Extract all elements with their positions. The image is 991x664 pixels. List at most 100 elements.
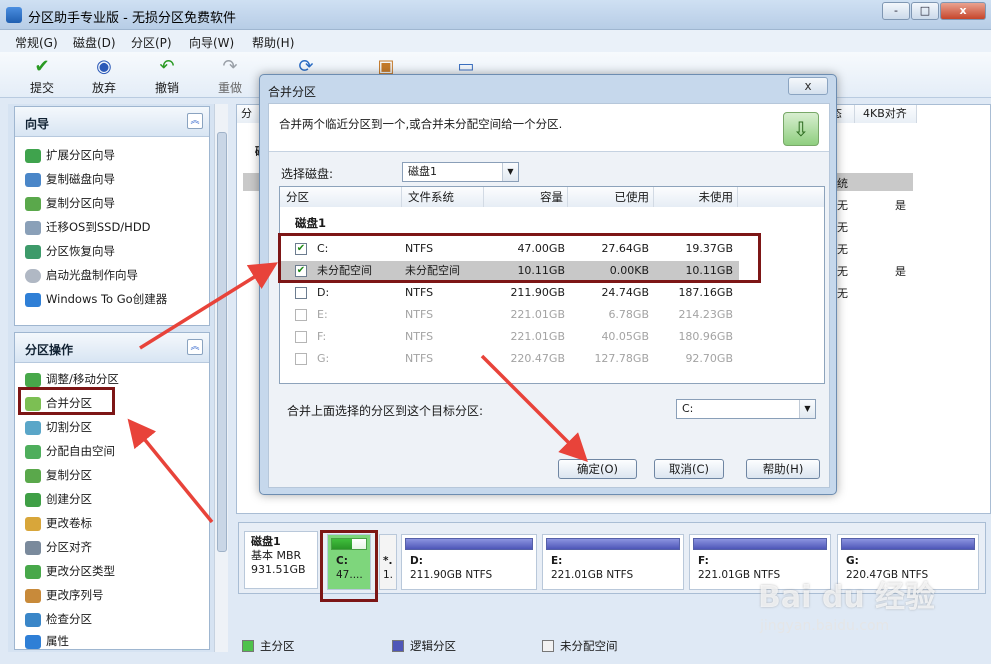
row-free: 187.16GB <box>678 286 733 299</box>
disk-size: 931.51GB <box>251 563 306 576</box>
partition-block-unallocated[interactable]: *. 1. <box>379 534 397 590</box>
nav-windows-to-go[interactable]: Windows To Go创建器 <box>25 289 205 309</box>
status-cell: 无 <box>837 199 848 212</box>
col-4k-header[interactable]: 4KB对齐 <box>855 105 917 123</box>
nav-partition-recovery[interactable]: 分区恢复向导 <box>25 241 205 261</box>
row-fs: NTFS <box>405 352 434 365</box>
menu-help[interactable]: 帮助(H) <box>252 34 294 51</box>
status-cell: 无 <box>837 287 848 300</box>
op-allocate-free-space[interactable]: 分配自由空间 <box>25 441 205 461</box>
op-create-partition[interactable]: 创建分区 <box>25 489 205 509</box>
row-used: 127.78GB <box>594 352 649 365</box>
merge-partition-dialog: 合并分区 x 合并两个临近分区到一个,或合并未分配空间给一个分区. ⇩ 选择磁盘… <box>259 74 837 495</box>
nav-bootable-media[interactable]: 启动光盘制作向导 <box>25 265 205 285</box>
checkbox-e <box>295 309 307 321</box>
scrollbar-thumb[interactable] <box>217 132 227 552</box>
left-scrollbar[interactable] <box>214 104 228 652</box>
col-partition[interactable]: 分区 <box>280 187 402 207</box>
usage-bar <box>693 538 827 550</box>
checkbox-d[interactable] <box>295 287 307 299</box>
op-change-serial[interactable]: 更改序列号 <box>25 585 205 605</box>
op-check-partition[interactable]: 检查分区 <box>25 609 205 629</box>
usage-bar <box>405 538 533 550</box>
dialog-close-button[interactable]: x <box>788 77 828 95</box>
op-copy-partition[interactable]: 复制分区 <box>25 465 205 485</box>
left-panel: 向导 ︽ 扩展分区向导 复制磁盘向导 复制分区向导 迁移OS到SSD/HDD 分… <box>8 104 228 652</box>
cd-icon <box>25 268 41 283</box>
partition-block-e[interactable]: E: 221.01GB NTFS <box>542 534 684 590</box>
resize-icon <box>25 372 41 387</box>
op-change-label[interactable]: 更改卷标 <box>25 513 205 533</box>
dialog-banner: 合并两个临近分区到一个,或合并未分配空间给一个分区. ⇩ <box>269 104 829 152</box>
properties-icon <box>25 634 41 649</box>
redo-button[interactable]: ↷ 重做 <box>204 54 256 96</box>
menu-general[interactable]: 常规(G) <box>15 34 58 51</box>
undo-button[interactable]: ↶ 撤销 <box>141 54 193 96</box>
menu-wizard[interactable]: 向导(W) <box>189 34 234 51</box>
col-filesystem[interactable]: 文件系统 <box>402 187 484 207</box>
row-fs: NTFS <box>405 286 434 299</box>
disk-group-header: 磁盘1 <box>281 213 823 233</box>
annotation-box-selected-rows <box>278 233 761 283</box>
nav-migrate-os[interactable]: 迁移OS到SSD/HDD <box>25 217 205 237</box>
maximize-button[interactable]: □ <box>911 2 939 20</box>
partition-ops-section: 分区操作 ︽ 调整/移动分区 合并分区 切割分区 分配自由空间 复制分区 创建分… <box>14 332 210 650</box>
row-name: G: <box>317 352 330 365</box>
disk-group-label: 磁盘1 <box>295 216 327 230</box>
partition-row-d[interactable]: D: NTFS 211.90GB 24.74GB 187.16GB <box>281 283 823 303</box>
op-split-partition[interactable]: 切割分区 <box>25 417 205 437</box>
nav-copy-disk-wizard[interactable]: 复制磁盘向导 <box>25 169 205 189</box>
windows-icon <box>25 292 41 307</box>
op-change-partition-type[interactable]: 更改分区类型 <box>25 561 205 581</box>
discard-button[interactable]: ◉ 放弃 <box>78 54 130 96</box>
target-partition-select[interactable]: C: ▼ <box>676 399 816 419</box>
disk-name: 磁盘1 <box>251 535 281 548</box>
logical-swatch <box>392 640 404 652</box>
partition-list: 分区 文件系统 容量 已使用 未使用 磁盘1 ✔ C: NTFS 47.00GB… <box>279 186 825 384</box>
undo-icon: ↶ <box>159 56 175 77</box>
wizard-section-title: 向导 <box>25 117 50 131</box>
collapse-icon[interactable]: ︽ <box>187 113 203 129</box>
menu-partition[interactable]: 分区(P) <box>131 34 172 51</box>
row-free: 214.23GB <box>678 308 733 321</box>
split-icon <box>25 420 41 435</box>
partition-name: G: <box>846 555 859 567</box>
op-partition-alignment[interactable]: 分区对齐 <box>25 537 205 557</box>
type-icon <box>25 564 41 579</box>
col-capacity[interactable]: 容量 <box>484 187 568 207</box>
help-button[interactable]: 帮助(H) <box>746 459 820 479</box>
disk-row-suffix: 统 <box>837 177 848 190</box>
status-cell: 无 <box>837 243 848 256</box>
op-properties[interactable]: 属性 <box>25 631 205 651</box>
disk-select[interactable]: 磁盘1 ▼ <box>402 162 519 182</box>
allocate-icon <box>25 444 41 459</box>
close-button[interactable]: x <box>940 2 986 20</box>
op-resize-move[interactable]: 调整/移动分区 <box>25 369 205 389</box>
minimize-button[interactable]: - <box>882 2 910 20</box>
cancel-button[interactable]: 取消(C) <box>654 459 724 479</box>
nav-extend-partition-wizard[interactable]: 扩展分区向导 <box>25 145 205 165</box>
col-used[interactable]: 已使用 <box>568 187 654 207</box>
submit-button[interactable]: ✔ 提交 <box>16 54 68 96</box>
row-capacity: 211.90GB <box>510 286 565 299</box>
disk-info[interactable]: 磁盘1 基本 MBR 931.51GB <box>244 531 318 589</box>
partition-name: *. <box>383 555 393 567</box>
partition-block-d[interactable]: D: 211.90GB NTFS <box>401 534 537 590</box>
collapse-icon[interactable]: ︽ <box>187 339 203 355</box>
col-unused[interactable]: 未使用 <box>654 187 738 207</box>
nav-copy-partition-wizard[interactable]: 复制分区向导 <box>25 193 205 213</box>
checkbox-f <box>295 331 307 343</box>
menu-disk[interactable]: 磁盘(D) <box>73 34 116 51</box>
partition-row-f: F: NTFS 221.01GB 40.05GB 180.96GB <box>281 327 823 347</box>
unallocated-swatch <box>542 640 554 652</box>
redo-icon: ↷ <box>222 56 238 77</box>
create-icon <box>25 492 41 507</box>
align-cell: 是 <box>895 199 906 212</box>
wizard-section: 向导 ︽ 扩展分区向导 复制磁盘向导 复制分区向导 迁移OS到SSD/HDD 分… <box>14 106 210 326</box>
disk-select-value: 磁盘1 <box>408 165 437 178</box>
row-capacity: 221.01GB <box>510 330 565 343</box>
row-fs: NTFS <box>405 330 434 343</box>
legend-logical: 逻辑分区 <box>392 638 456 654</box>
ok-button[interactable]: 确定(O) <box>558 459 637 479</box>
partition-info: 1. <box>383 569 394 581</box>
